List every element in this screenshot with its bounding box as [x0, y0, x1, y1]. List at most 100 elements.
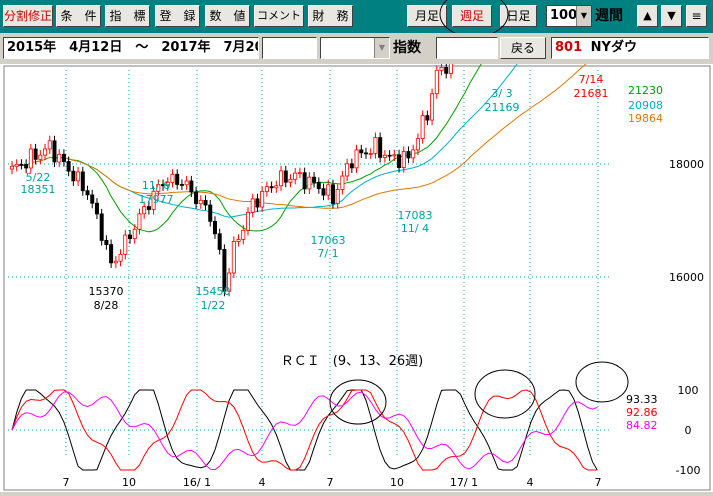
candle-body [283, 170, 288, 183]
rci-axis-label: 100 [678, 384, 699, 397]
candle-body [307, 176, 312, 190]
candle-body [127, 234, 132, 240]
rci-value-1: 93.33 [626, 393, 658, 406]
category-select[interactable]: ▼ [320, 37, 390, 59]
candle-body [170, 173, 175, 183]
candle-body [382, 154, 387, 158]
candle-body [326, 184, 331, 196]
candle-body [245, 211, 250, 231]
candle-body [80, 171, 85, 192]
rci-value-2: 92.86 [626, 406, 658, 419]
x-axis-label: 10 [390, 476, 404, 489]
candle-body [420, 115, 425, 139]
rci-axis-label: -100 [676, 464, 701, 477]
x-axis-label: 7 [63, 476, 70, 489]
price-axis-label: 16000 [669, 271, 704, 284]
candle-body [99, 213, 104, 241]
candle-body [444, 66, 449, 74]
candle-body [24, 164, 29, 169]
back-button[interactable]: 戻る [500, 37, 546, 59]
candle-body [255, 198, 260, 208]
price-axis-label: 18000 [669, 158, 704, 171]
ma-short-value: 21230 [628, 84, 663, 97]
candle-body [9, 165, 14, 170]
candle-body [123, 234, 128, 255]
candle-body [189, 180, 194, 193]
candle-body [345, 163, 350, 177]
candle-body [368, 153, 373, 155]
x-axis-label: 10 [122, 476, 136, 489]
candle-body [142, 206, 147, 215]
annotation-bottom: 8/28 [94, 299, 119, 312]
candle-body [146, 206, 151, 210]
annotation-date: 7/ 1 [317, 247, 338, 260]
annotation-bottom: 18351 [21, 183, 56, 196]
x-axis-label: 7 [595, 476, 602, 489]
ma-long-value: 19864 [628, 112, 663, 125]
rci-value-3: 84.82 [626, 419, 658, 432]
symbol-field[interactable]: 801 NYダウ [551, 37, 709, 59]
candle-body [137, 213, 142, 230]
ma-mid-value: 20908 [628, 99, 663, 112]
candle-body [302, 172, 307, 190]
candle-body [363, 152, 368, 155]
candle-body [194, 191, 199, 205]
candle-body [43, 148, 48, 156]
candle-body [33, 148, 38, 160]
candle-body [335, 189, 340, 204]
candle-body [109, 244, 114, 264]
price-rci-chart: 2000018000160002123020908198645/22183511… [3, 0, 711, 491]
symbol-code: 801 [555, 40, 583, 55]
candle-body [179, 184, 184, 186]
blank-field [262, 37, 317, 59]
candle-body [47, 140, 52, 150]
candle-body [312, 176, 317, 183]
chart-frame [3, 65, 711, 491]
candle-body [406, 151, 411, 159]
candle-body [175, 173, 180, 185]
candle-body [373, 137, 378, 154]
candle-body [85, 190, 90, 196]
annotation-value: 17083 [398, 209, 433, 222]
candle-body [264, 186, 269, 192]
candle-body [340, 175, 345, 190]
candle-body [288, 178, 293, 183]
highlight-ellipse [474, 369, 536, 419]
candle-body [113, 260, 118, 264]
candle-body [212, 220, 217, 235]
candle-body [250, 198, 255, 213]
candle-body [132, 228, 137, 240]
toolbar: 分割修正 条 件 指 標 登 録 数 値 コメント 財 務 月足 週足 日足 1… [0, 0, 713, 38]
x-axis-label: 4 [259, 476, 266, 489]
annotation-date: 11/ 4 [401, 222, 429, 235]
annotation-bottom: 1/22 [201, 299, 226, 312]
x-axis-label: 16/ 1 [183, 476, 211, 489]
candle-body [274, 185, 279, 189]
candle-body [260, 191, 265, 208]
candle-body [38, 154, 43, 160]
candle-body [439, 66, 444, 71]
candle-body [208, 204, 213, 222]
chevron-down-icon: ▼ [374, 38, 389, 58]
candle-body [397, 154, 402, 168]
x-axis-label: 17/ 1 [450, 476, 478, 489]
candle-body [184, 180, 189, 186]
annotation-top: 3/ 3 [491, 87, 512, 100]
annotation-bottom: 17977 [139, 193, 174, 206]
candle-body [66, 161, 71, 172]
candle-body [231, 241, 236, 274]
candle-body [71, 170, 76, 182]
candle-body [387, 154, 392, 157]
highlight-ellipse [329, 379, 387, 425]
candle-body [354, 149, 359, 169]
candle-body [349, 163, 354, 169]
candle-body [316, 181, 321, 190]
candle-body [401, 151, 406, 168]
candle-body [425, 115, 430, 121]
candle-body [52, 140, 57, 163]
date-range-field[interactable]: 2015年 4月12日 ～ 2017年 7月20日 [3, 37, 259, 59]
candle-body [269, 186, 274, 189]
rci-axis-label: 0 [685, 424, 692, 437]
candle-body [293, 172, 298, 180]
candle-body [28, 148, 33, 169]
